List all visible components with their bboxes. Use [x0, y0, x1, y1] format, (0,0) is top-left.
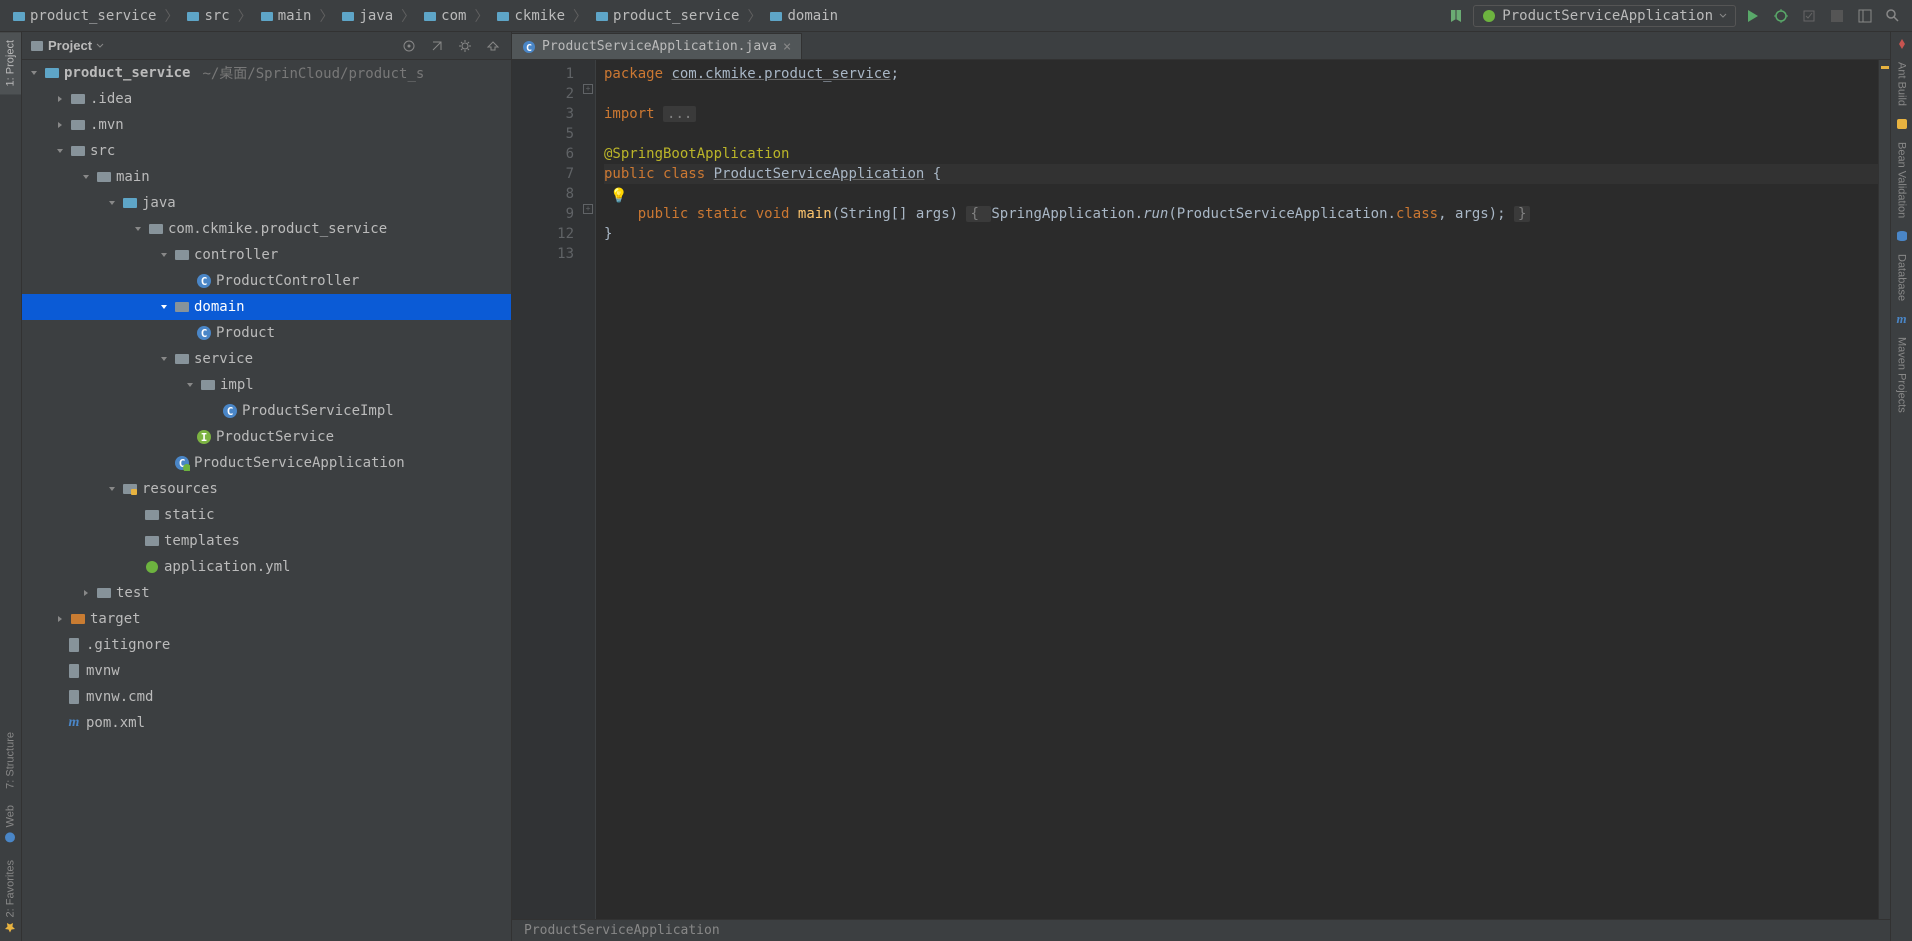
error-stripe[interactable] — [1878, 60, 1890, 919]
run-config-selector[interactable]: ProductServiceApplication — [1473, 5, 1736, 27]
tab-label: ProductServiceApplication.java — [542, 39, 777, 54]
tree-psimpl[interactable]: CProductServiceImpl — [22, 398, 511, 424]
layout-icon[interactable] — [1854, 5, 1876, 27]
tool-ant-tab[interactable]: Ant Build — [1894, 56, 1910, 112]
chevron-down-icon — [96, 42, 104, 50]
tree-mvnwcmd[interactable]: mvnw.cmd — [22, 684, 511, 710]
tree-static[interactable]: static — [22, 502, 511, 528]
top-toolbar: product_service〉 src〉 main〉 java〉 com〉 c… — [0, 0, 1912, 32]
tool-db-tab[interactable]: Database — [1894, 248, 1910, 307]
svg-text:C: C — [526, 43, 532, 54]
breadcrumb-5[interactable]: ckmike — [492, 6, 569, 26]
collapse-icon[interactable] — [427, 36, 447, 56]
editor: C ProductServiceApplication.java × 1 2 3… — [512, 32, 1890, 941]
tree-java[interactable]: java — [22, 190, 511, 216]
ant-icon[interactable] — [1894, 36, 1910, 52]
breadcrumb-1[interactable]: src — [182, 6, 233, 26]
tree-pkg[interactable]: com.ckmike.product_service — [22, 216, 511, 242]
locate-icon[interactable] — [399, 36, 419, 56]
breadcrumb-3[interactable]: java — [337, 6, 397, 26]
tree-service[interactable]: service — [22, 346, 511, 372]
gear-icon[interactable] — [455, 36, 475, 56]
left-tool-strip: 1: Project 7: Structure Web 2: Favorites — [0, 32, 22, 941]
build-icon[interactable] — [1445, 5, 1467, 27]
tree-pom[interactable]: mpom.xml — [22, 710, 511, 736]
tree-psapp[interactable]: CProductServiceApplication — [22, 450, 511, 476]
fold-column: + + — [582, 60, 596, 919]
tree-target[interactable]: target — [22, 606, 511, 632]
svg-text:C: C — [201, 327, 208, 340]
breadcrumb-4[interactable]: com — [419, 6, 470, 26]
toolbar-right: ProductServiceApplication — [1445, 5, 1904, 27]
project-header: Project — [22, 32, 511, 60]
coverage-icon[interactable] — [1798, 5, 1820, 27]
right-tool-strip: Ant Build Bean Validation Database m Mav… — [1890, 32, 1912, 941]
database-icon[interactable] — [1894, 228, 1910, 244]
tree-gitignore[interactable]: .gitignore — [22, 632, 511, 658]
maven-icon[interactable]: m — [1894, 311, 1910, 327]
close-icon[interactable]: × — [783, 39, 791, 55]
project-tool-window: Project product_service~/桌面/SprinCloud/p… — [22, 32, 512, 941]
tree-domain[interactable]: domain — [22, 294, 511, 320]
tool-structure-tab[interactable]: 7: Structure — [0, 724, 21, 797]
svg-text:I: I — [201, 431, 208, 444]
search-icon[interactable] — [1882, 5, 1904, 27]
hide-icon[interactable] — [483, 36, 503, 56]
tool-web-tab[interactable]: Web — [0, 797, 21, 851]
editor-body[interactable]: 1 2 3 5 6 7 8 9 12 13 + + 💡 packa — [512, 60, 1890, 919]
breadcrumb-0[interactable]: product_service — [8, 6, 160, 26]
project-tree[interactable]: product_service~/桌面/SprinCloud/product_s… — [22, 60, 511, 941]
code-area[interactable]: 💡 package com.ckmike.product_service; im… — [596, 60, 1878, 919]
tree-controller[interactable]: controller — [22, 242, 511, 268]
svg-text:C: C — [201, 275, 208, 288]
tool-maven-tab[interactable]: Maven Projects — [1894, 331, 1910, 419]
tree-appyml[interactable]: application.yml — [22, 554, 511, 580]
class-icon: C — [522, 40, 536, 54]
tree-mvn[interactable]: .mvn — [22, 112, 511, 138]
tree-root[interactable]: product_service~/桌面/SprinCloud/product_s — [22, 60, 511, 86]
run-config-label: ProductServiceApplication — [1502, 8, 1713, 24]
breadcrumb-7[interactable]: domain — [765, 6, 842, 26]
validation-icon[interactable] — [1894, 116, 1910, 132]
fold-toggle[interactable]: + — [583, 204, 593, 214]
stop-icon[interactable] — [1826, 5, 1848, 27]
tree-mvnw[interactable]: mvnw — [22, 658, 511, 684]
gutter: 1 2 3 5 6 7 8 9 12 13 — [512, 60, 582, 919]
fold-toggle[interactable]: + — [583, 84, 593, 94]
tree-src[interactable]: src — [22, 138, 511, 164]
tree-templates[interactable]: templates — [22, 528, 511, 554]
tree-product[interactable]: CProduct — [22, 320, 511, 346]
editor-breadcrumb[interactable]: ProductServiceApplication — [512, 919, 1890, 941]
tree-main[interactable]: main — [22, 164, 511, 190]
debug-icon[interactable] — [1770, 5, 1792, 27]
editor-tab[interactable]: C ProductServiceApplication.java × — [512, 33, 802, 59]
chevron-down-icon — [1719, 12, 1727, 20]
tool-project-tab[interactable]: 1: Project — [0, 32, 21, 94]
tree-productcontroller[interactable]: CProductController — [22, 268, 511, 294]
breadcrumb-bar: product_service〉 src〉 main〉 java〉 com〉 c… — [8, 6, 1445, 26]
breadcrumb-2[interactable]: main — [256, 6, 316, 26]
lightbulb-icon[interactable]: 💡 — [610, 186, 627, 206]
editor-tabs: C ProductServiceApplication.java × — [512, 32, 1890, 60]
project-title[interactable]: Project — [30, 38, 104, 53]
tree-ps[interactable]: IProductService — [22, 424, 511, 450]
breadcrumb-6[interactable]: product_service — [591, 6, 743, 26]
tree-test[interactable]: test — [22, 580, 511, 606]
tool-bean-tab[interactable]: Bean Validation — [1894, 136, 1910, 224]
run-icon[interactable] — [1742, 5, 1764, 27]
tree-resources[interactable]: resources — [22, 476, 511, 502]
tool-favorites-tab[interactable]: 2: Favorites — [0, 852, 21, 941]
tree-impl[interactable]: impl — [22, 372, 511, 398]
tree-idea[interactable]: .idea — [22, 86, 511, 112]
svg-text:C: C — [227, 405, 234, 418]
